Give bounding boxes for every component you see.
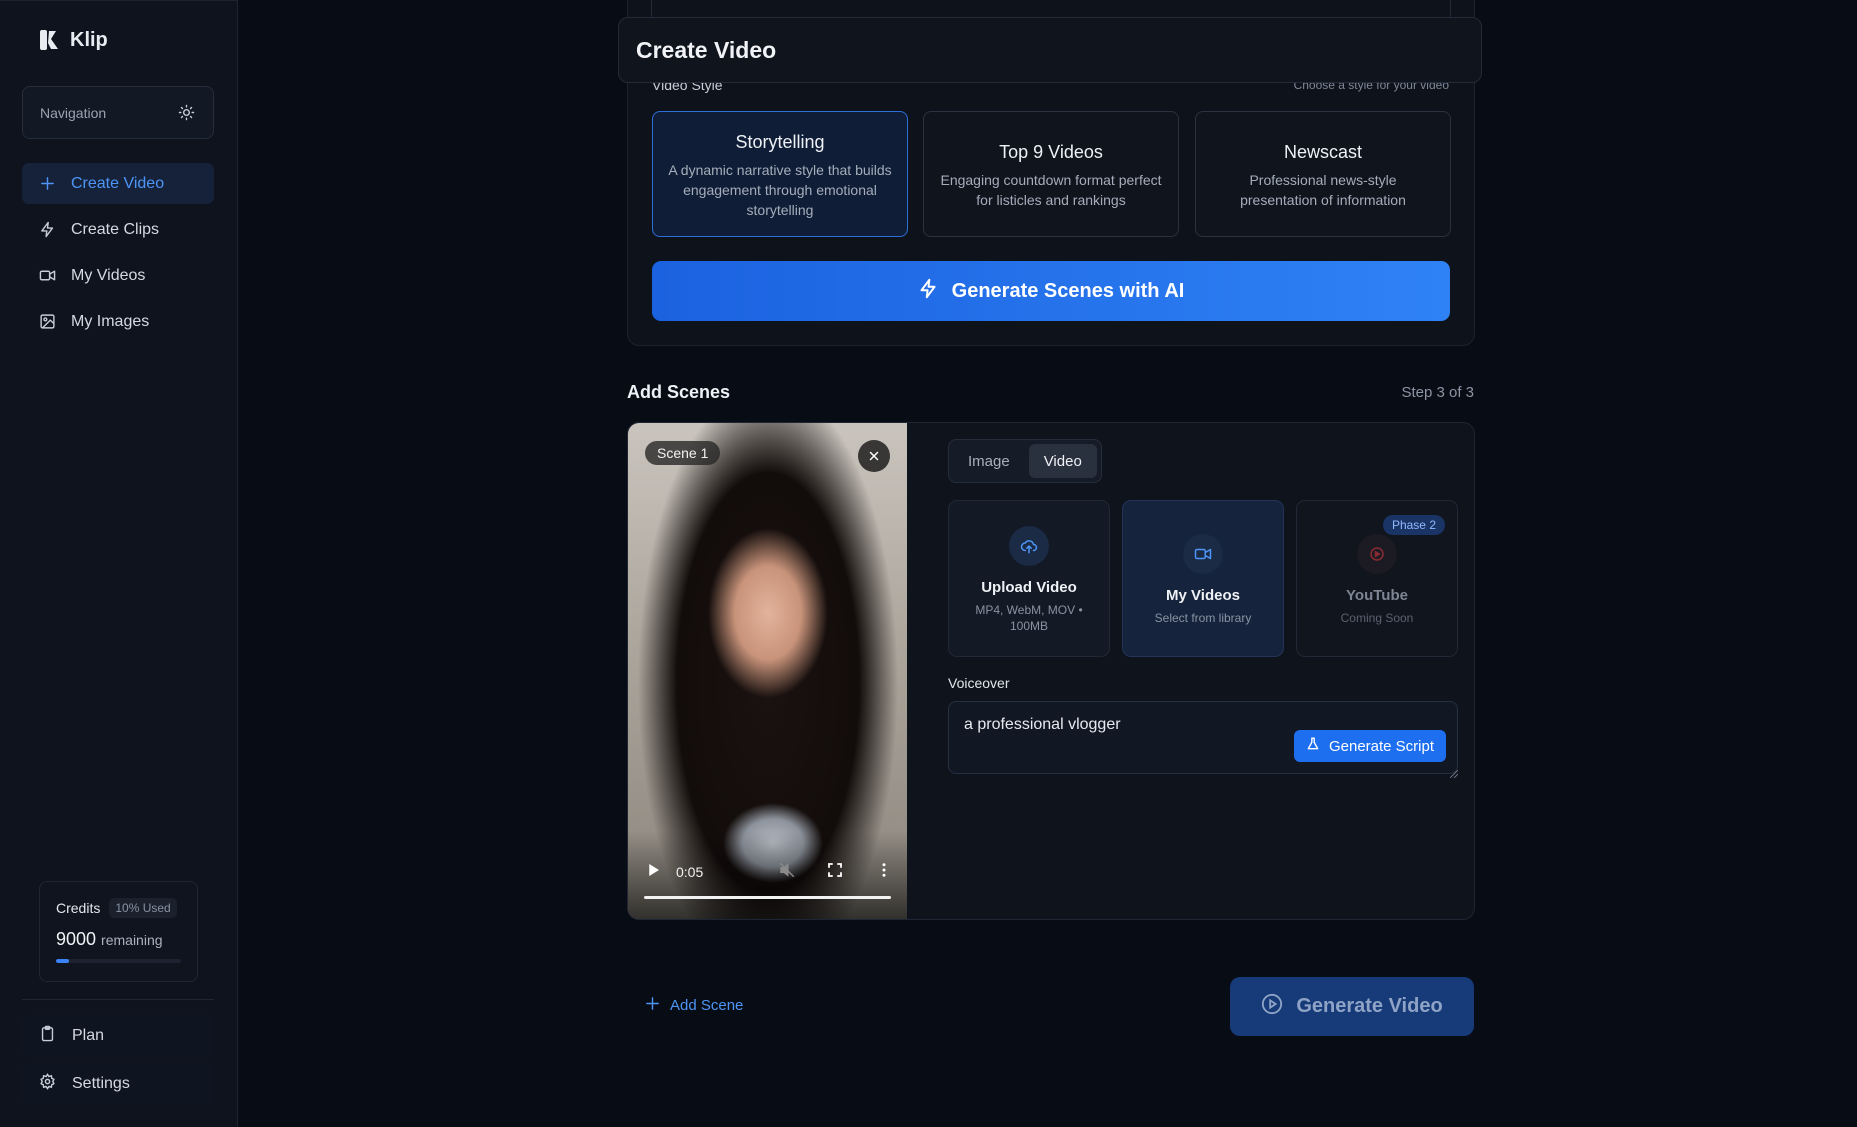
klip-logo-icon [38, 28, 62, 52]
add-scene-button[interactable]: Add Scene [644, 995, 743, 1016]
style-option-title: Newscast [1283, 142, 1363, 162]
image-icon [39, 313, 56, 330]
generate-script-button[interactable]: Generate Script [1294, 730, 1446, 762]
play-circle-icon [1261, 993, 1283, 1021]
sidebar-item-my-images[interactable]: My Images [22, 301, 214, 342]
add-scene-label: Add Scene [670, 997, 744, 1014]
credits-progress-fill [56, 959, 69, 963]
lightning-icon [39, 221, 56, 238]
voiceover-label: Voiceover [948, 675, 1010, 691]
sidebar-item-my-videos[interactable]: My Videos [22, 255, 214, 296]
credits-title: Credits [56, 900, 101, 916]
generate-video-label: Generate Video [1296, 995, 1443, 1017]
style-option-newscast[interactable]: Newscast Professional news-style present… [1195, 111, 1451, 237]
sidebar-item-label: Create Video [71, 174, 165, 192]
tab-video[interactable]: Video [1028, 444, 1097, 478]
video-time: 0:05 [676, 864, 704, 880]
app-name: Klip [70, 28, 108, 51]
remove-scene-button[interactable] [858, 440, 890, 472]
play-icon [649, 864, 659, 876]
style-option-storytelling[interactable]: Storytelling A dynamic narrative style t… [652, 111, 908, 237]
gear-icon [39, 1072, 56, 1095]
scene-tag: Scene 1 [645, 441, 721, 465]
style-option-title: Top 9 Videos [999, 142, 1103, 162]
add-scenes-title: Add Scenes [627, 382, 731, 402]
sidebar-item-label: Create Clips [71, 220, 160, 238]
credits-used-badge: 10% Used [109, 898, 177, 918]
sidebar-item-label: Plan [72, 1026, 105, 1044]
youtube-icon [1357, 534, 1397, 574]
source-title: Upload Video [981, 579, 1077, 596]
clipboard-icon [39, 1025, 56, 1047]
sidebar: Klip Navigation Create Video Create Clip… [0, 0, 238, 1127]
more-options-button[interactable] [875, 861, 893, 884]
play-button[interactable] [644, 861, 662, 884]
theme-toggle-sun-icon[interactable] [178, 104, 195, 121]
video-camera-icon [39, 267, 56, 284]
sidebar-divider [22, 999, 214, 1000]
source-subtitle: Coming Soon [1340, 611, 1414, 625]
plus-icon [39, 175, 56, 192]
navigation-label: Navigation [40, 104, 107, 121]
tab-image[interactable]: Image [953, 444, 1025, 478]
page-title: Create Video [636, 36, 777, 63]
sidebar-nav: Create Video Create Clips My Videos My I… [22, 163, 214, 347]
step-indicator: Step 3 of 3 [1401, 384, 1474, 401]
sidebar-item-plan[interactable]: Plan [22, 1015, 214, 1056]
credits-panel: Credits 10% Used 9000 remaining [39, 881, 198, 982]
flask-icon [1306, 737, 1320, 755]
scene-video-player[interactable]: Scene 1 0:05 [628, 423, 907, 919]
style-option-desc: Engaging countdown format perfect for li… [940, 172, 1162, 208]
generate-scenes-button[interactable]: Generate Scenes with AI [652, 261, 1450, 321]
sidebar-item-label: My Videos [71, 266, 146, 284]
generate-video-button[interactable]: Generate Video [1230, 977, 1474, 1036]
sidebar-item-label: My Images [71, 312, 150, 330]
video-controls-shade [628, 831, 907, 919]
generate-scenes-label: Generate Scenes with AI [951, 279, 1185, 302]
upload-cloud-icon [1009, 526, 1049, 566]
credits-amount: 9000 [56, 929, 97, 949]
fullscreen-icon [828, 863, 842, 877]
youtube-option[interactable]: Phase 2 YouTube Coming Soon [1296, 500, 1458, 657]
my-videos-option[interactable]: My Videos Select from library [1122, 500, 1284, 657]
style-option-title: Storytelling [735, 132, 825, 152]
lightning-icon [918, 278, 939, 305]
style-option-desc: A dynamic narrative style that builds en… [668, 162, 892, 218]
source-subtitle: Select from library [1154, 611, 1252, 625]
video-camera-icon [1183, 534, 1223, 574]
source-subtitle: MP4, WebM, MOV • 100MB [975, 603, 1083, 633]
media-type-tabs: Image Video [948, 439, 1102, 483]
sidebar-item-settings[interactable]: Settings [22, 1063, 214, 1104]
sidebar-item-label: Settings [72, 1074, 130, 1092]
page-header: Create Video [618, 17, 1482, 83]
credits-progress-bar [56, 959, 181, 963]
plus-icon [644, 995, 661, 1016]
video-progress-bar[interactable] [644, 896, 891, 899]
navigation-header: Navigation [22, 86, 214, 139]
mute-button[interactable] [778, 861, 796, 884]
sidebar-item-create-video[interactable]: Create Video [22, 163, 214, 204]
muted-speaker-icon [779, 862, 795, 878]
source-title: YouTube [1346, 587, 1408, 604]
close-icon [869, 451, 879, 461]
phase-badge: Phase 2 [1382, 515, 1445, 535]
fullscreen-button[interactable] [826, 861, 844, 884]
style-option-top-9-videos[interactable]: Top 9 Videos Engaging countdown format p… [923, 111, 1179, 237]
style-option-desc: Professional news-style presentation of … [1240, 172, 1406, 208]
upload-video-option[interactable]: Upload Video MP4, WebM, MOV • 100MB [948, 500, 1110, 657]
scene-card: Scene 1 0:05 Image Video Upload Video MP… [627, 422, 1475, 920]
logo[interactable]: Klip [38, 28, 108, 52]
sidebar-item-create-clips[interactable]: Create Clips [22, 209, 214, 250]
more-vertical-icon [882, 863, 886, 877]
credits-remaining-label: remaining [101, 932, 163, 948]
source-title: My Videos [1166, 587, 1240, 604]
resize-handle-icon[interactable] [1449, 765, 1459, 783]
generate-script-label: Generate Script [1328, 737, 1435, 755]
